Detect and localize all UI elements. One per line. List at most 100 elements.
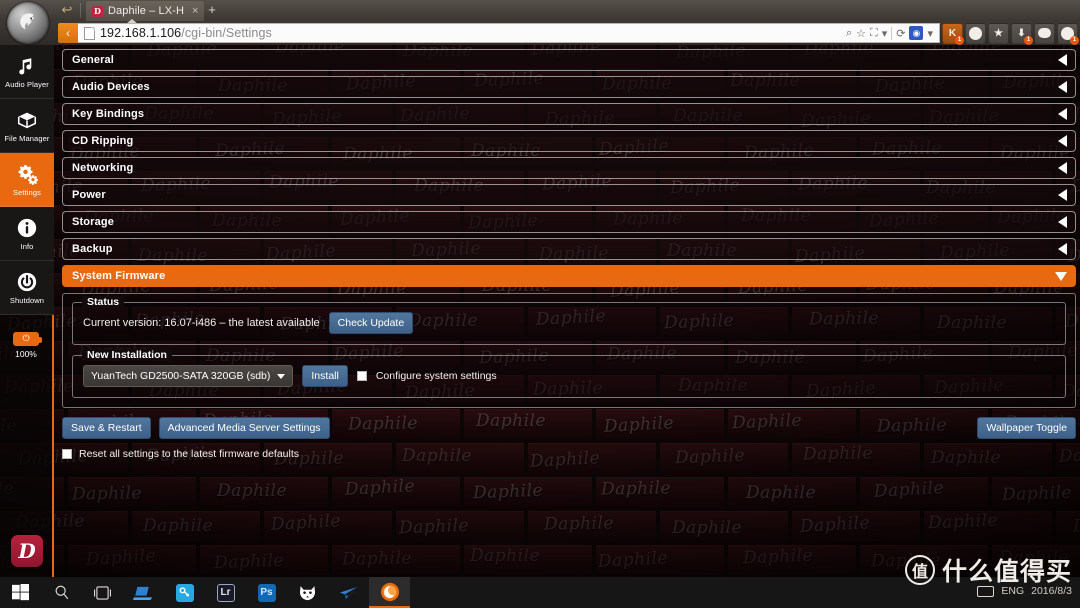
account-icon[interactable]: ◉ — [909, 26, 924, 40]
status-fieldset: Status Current version: 16.07-i486 – the… — [72, 296, 1066, 345]
search-in-page-icon[interactable]: ⌕ — [846, 27, 852, 40]
battery-percent-label: 100% — [15, 348, 37, 359]
current-version-text: Current version: 16.07-i486 – the latest… — [83, 317, 320, 329]
language-indicator[interactable]: ENG — [1001, 585, 1024, 597]
settings-section-key-bindings[interactable]: Key Bindings — [62, 103, 1076, 125]
install-button[interactable]: Install — [302, 365, 348, 387]
browser-extension-bar: K 1 ★ ⬇ 1 1 — [942, 22, 1079, 45]
task-view-button[interactable] — [82, 577, 123, 608]
desktop: DaphileDaphileDaphileDaphileDaphileDaphi… — [0, 45, 1080, 577]
target-device-select[interactable]: YuanTech GD2500-SATA 320GB (sdb) — [83, 365, 294, 387]
more-button[interactable]: 1 — [1057, 22, 1079, 45]
reload-icon[interactable]: ⟳ — [896, 27, 905, 40]
section-title: Key Bindings — [72, 108, 145, 120]
chevron-left-icon — [1058, 108, 1067, 120]
chevron-left-icon — [1058, 81, 1067, 93]
lock-button[interactable] — [965, 22, 986, 44]
adblock-k-button[interactable]: K 1 — [942, 22, 964, 45]
settings-section-cd-ripping[interactable]: CD Ripping — [62, 130, 1076, 152]
sidebar-item-file-manager[interactable]: File Manager — [0, 99, 54, 153]
url-path: /cgi-bin/Settings — [181, 26, 272, 40]
daphile-favicon: D — [92, 5, 103, 17]
advanced-media-server-settings-button[interactable]: Advanced Media Server Settings — [158, 417, 330, 439]
clock-date[interactable]: 2016/8/3 — [1031, 585, 1072, 597]
lightroom-button[interactable]: Lr — [205, 577, 246, 608]
browser-toolbar: ‹ 192.168.1.106/cgi-bin/Settings ⌕ ☆ ⛶ ▾… — [0, 21, 1080, 45]
task-view-icon — [93, 585, 112, 601]
cheetah-browser-logo[interactable] — [3, 0, 51, 45]
photoshop-button[interactable]: Ps — [246, 577, 287, 608]
photoshop-label: Ps — [260, 587, 273, 598]
target-device-value: YuanTech GD2500-SATA 320GB (sdb) — [91, 370, 271, 382]
star-icon: ★ — [994, 27, 1003, 39]
daphile-sidebar: Audio Player File Manager Settings Info … — [0, 45, 54, 577]
sidebar-item-settings[interactable]: Settings — [0, 153, 54, 207]
favorites-button[interactable]: ★ — [988, 22, 1009, 44]
section-title: Networking — [72, 162, 134, 174]
battery-status: ⏻ 100% — [0, 323, 52, 367]
save-and-restart-button[interactable]: Save & Restart — [62, 417, 151, 439]
settings-action-bar: Save & Restart Advanced Media Server Set… — [62, 417, 1076, 439]
reset-settings-label: Reset all settings to the latest firmwar… — [79, 448, 300, 460]
fox-head-icon — [298, 584, 317, 602]
browser-tab[interactable]: D Daphile – LX-H × — [86, 1, 205, 21]
screenshot-dropdown-icon[interactable]: ▾ — [882, 27, 888, 40]
settings-section-backup[interactable]: Backup — [62, 238, 1076, 260]
account-dropdown-icon[interactable]: ▾ — [927, 27, 933, 40]
settings-section-general[interactable]: General — [62, 49, 1076, 71]
page-document-icon — [84, 26, 95, 40]
keyboard-icon[interactable] — [977, 585, 995, 597]
settings-section-networking[interactable]: Networking — [62, 157, 1076, 179]
new-tab-button[interactable]: + — [204, 2, 220, 18]
settings-section-storage[interactable]: Storage — [62, 211, 1076, 233]
back-button[interactable]: ‹ — [58, 23, 78, 43]
section-title: Storage — [72, 216, 115, 228]
search-button[interactable] — [41, 577, 82, 608]
chevron-left-icon — [1058, 54, 1067, 66]
configure-system-settings-label: Configure system settings — [375, 370, 497, 382]
tab-divider — [80, 3, 81, 18]
screenshot-icon[interactable]: ⛶ — [870, 27, 878, 40]
sidebar-item-audio-player[interactable]: Audio Player — [0, 45, 54, 99]
section-title: Audio Devices — [72, 81, 150, 93]
mail-button[interactable] — [328, 577, 369, 608]
close-icon[interactable]: × — [192, 5, 198, 17]
bookmark-star-icon[interactable]: ☆ — [856, 27, 866, 40]
sidebar-item-label: File Manager — [4, 134, 50, 143]
start-button[interactable] — [0, 577, 41, 608]
settings-section-audio-devices[interactable]: Audio Devices — [62, 76, 1076, 98]
address-bar[interactable]: 192.168.1.106/cgi-bin/Settings ⌕ ☆ ⛶ ▾ ⟳… — [78, 23, 940, 43]
foobar-button[interactable] — [287, 577, 328, 608]
chevron-left-icon — [1058, 162, 1067, 174]
sync-app-button[interactable] — [164, 577, 205, 608]
chevron-left-icon — [1058, 189, 1067, 201]
history-back-icon[interactable]: ↩ — [58, 2, 76, 18]
check-update-button[interactable]: Check Update — [328, 312, 414, 334]
sidebar-item-shutdown[interactable]: Shutdown — [0, 261, 54, 315]
sidebar-item-label: Info — [20, 242, 34, 251]
settings-section-power[interactable]: Power — [62, 184, 1076, 206]
section-title: CD Ripping — [72, 135, 134, 147]
badge-count: 1 — [1024, 35, 1033, 45]
laptop-blue-icon — [133, 584, 154, 602]
chevron-left-icon — [1058, 243, 1067, 255]
new-installation-fieldset: New Installation YuanTech GD2500-SATA 32… — [72, 349, 1066, 398]
wallpaper-toggle-button[interactable]: Wallpaper Toggle — [977, 417, 1076, 439]
file-explorer-button[interactable] — [123, 577, 164, 608]
magnifier-icon — [53, 584, 71, 602]
lightroom-icon: Lr — [216, 583, 235, 602]
section-title: System Firmware — [72, 270, 166, 282]
browser-button[interactable] — [369, 577, 410, 608]
download-button[interactable]: ⬇ 1 — [1011, 22, 1033, 45]
settings-section-system-firmware[interactable]: System Firmware — [62, 265, 1076, 287]
sidebar-item-info[interactable]: Info — [0, 207, 54, 261]
gamepad-button[interactable] — [1034, 22, 1055, 44]
lock-icon — [969, 26, 982, 40]
system-firmware-panel: Status Current version: 16.07-i486 – the… — [62, 293, 1076, 408]
chevron-left-icon — [1058, 135, 1067, 147]
settings-page: General Audio Devices Key Bindings CD Ri… — [56, 45, 1080, 577]
configure-system-settings-checkbox[interactable] — [356, 371, 367, 381]
reset-settings-checkbox[interactable] — [62, 449, 72, 459]
gamepad-icon — [1038, 28, 1051, 38]
info-circle-icon — [16, 216, 38, 240]
